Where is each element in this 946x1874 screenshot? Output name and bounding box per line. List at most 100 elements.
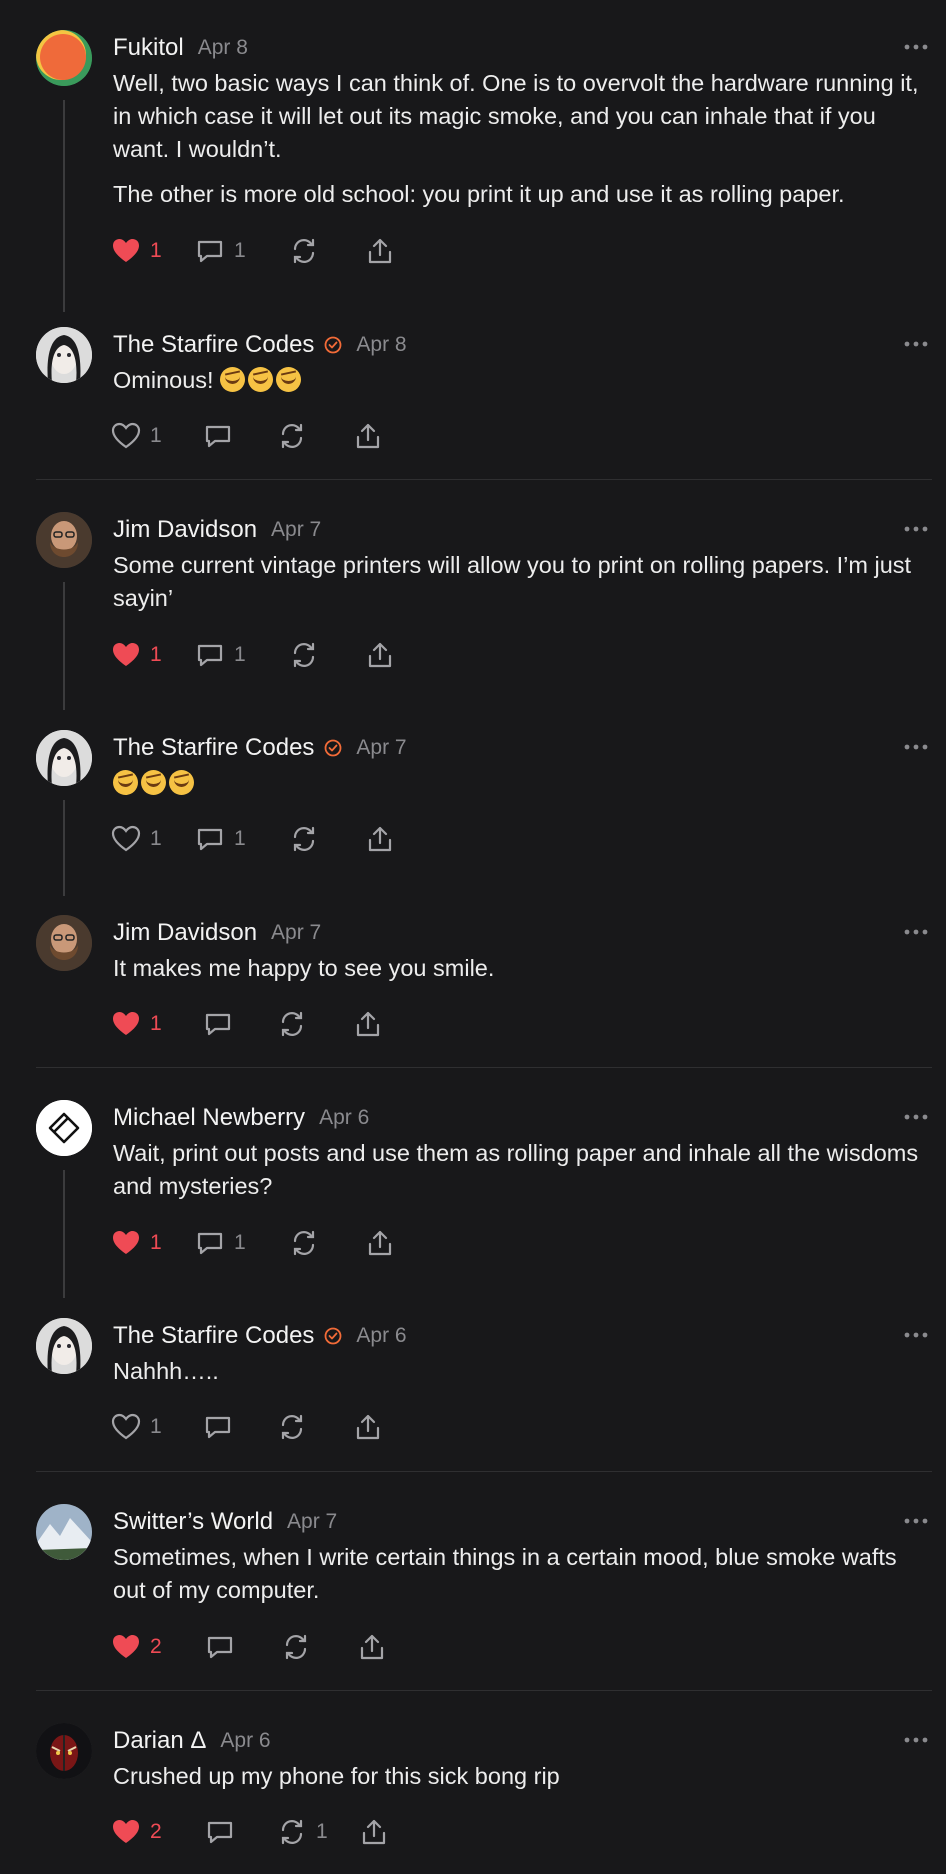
comment-icon bbox=[205, 1013, 231, 1036]
reply-button[interactable]: 1 bbox=[194, 822, 246, 856]
like-button[interactable]: 1 bbox=[110, 1226, 162, 1260]
like-button[interactable]: 2 bbox=[110, 1630, 162, 1664]
share-button[interactable] bbox=[352, 1410, 384, 1444]
comment-icon bbox=[207, 1636, 233, 1659]
repost-icon bbox=[293, 1230, 315, 1256]
like-button[interactable]: 1 bbox=[110, 419, 162, 453]
post-date[interactable]: Apr 6 bbox=[319, 1106, 369, 1130]
author-name[interactable]: Jim Davidson bbox=[113, 516, 257, 544]
post-body: It makes me happy to see you smile. bbox=[113, 952, 933, 997]
post-date[interactable]: Apr 7 bbox=[287, 1510, 337, 1534]
like-button[interactable]: 1 bbox=[110, 638, 162, 672]
reply-count: 1 bbox=[234, 239, 246, 262]
author-name[interactable]: Jim Davidson bbox=[113, 919, 257, 947]
author-name[interactable]: The Starfire Codes bbox=[113, 734, 314, 762]
more-icon[interactable] bbox=[904, 1332, 928, 1338]
author-name[interactable]: Michael Newberry bbox=[113, 1104, 305, 1132]
post-body bbox=[113, 767, 933, 812]
repost-button[interactable] bbox=[288, 638, 320, 672]
avatar[interactable] bbox=[36, 30, 92, 86]
like-button[interactable]: 1 bbox=[110, 822, 162, 856]
more-icon[interactable] bbox=[904, 1518, 928, 1524]
share-button[interactable] bbox=[352, 1007, 384, 1041]
post-date[interactable]: Apr 7 bbox=[356, 736, 406, 760]
more-icon[interactable] bbox=[904, 526, 928, 532]
post-date[interactable]: Apr 8 bbox=[198, 36, 248, 60]
avatar[interactable] bbox=[36, 1504, 92, 1560]
post-date[interactable]: Apr 6 bbox=[356, 1324, 406, 1348]
share-button[interactable] bbox=[352, 419, 384, 453]
reply-button[interactable] bbox=[204, 1630, 236, 1664]
avatar[interactable] bbox=[36, 1100, 92, 1156]
more-icon[interactable] bbox=[904, 929, 928, 935]
avatar[interactable] bbox=[36, 512, 92, 568]
repost-button[interactable] bbox=[288, 234, 320, 268]
thread-line bbox=[63, 582, 65, 710]
more-icon[interactable] bbox=[904, 744, 928, 750]
repost-icon bbox=[281, 1414, 303, 1440]
reply-button[interactable]: 1 bbox=[194, 234, 246, 268]
post-date[interactable]: Apr 8 bbox=[356, 333, 406, 357]
post-body: Ominous! bbox=[113, 364, 933, 409]
heart-icon bbox=[111, 422, 141, 449]
author-name[interactable]: Fukitol bbox=[113, 34, 184, 62]
avatar[interactable] bbox=[36, 730, 92, 786]
reply-button[interactable]: 1 bbox=[194, 1226, 246, 1260]
more-icon[interactable] bbox=[904, 1114, 928, 1120]
avatar[interactable] bbox=[36, 1723, 92, 1779]
repost-button[interactable] bbox=[280, 1630, 312, 1664]
reply-count: 1 bbox=[234, 1231, 246, 1254]
like-button[interactable]: 1 bbox=[110, 234, 162, 268]
like-button[interactable]: 1 bbox=[110, 1410, 162, 1444]
author-name[interactable]: Switter’s World bbox=[113, 1508, 273, 1536]
post-date[interactable]: Apr 7 bbox=[271, 518, 321, 542]
share-button[interactable] bbox=[364, 1226, 396, 1260]
avatar[interactable] bbox=[36, 1318, 92, 1374]
reply-button[interactable]: 1 bbox=[194, 638, 246, 672]
share-button[interactable] bbox=[358, 1815, 390, 1849]
reply-button[interactable] bbox=[204, 1815, 236, 1849]
avatar[interactable] bbox=[36, 327, 92, 383]
like-button[interactable]: 1 bbox=[110, 1007, 162, 1041]
author-name[interactable]: The Starfire Codes bbox=[113, 331, 314, 359]
avatar[interactable] bbox=[36, 915, 92, 971]
repost-button[interactable]: 1 bbox=[276, 1815, 328, 1849]
post-date[interactable]: Apr 6 bbox=[220, 1729, 270, 1753]
heart-icon bbox=[113, 239, 139, 262]
like-button[interactable]: 2 bbox=[110, 1815, 162, 1849]
thread-divider bbox=[36, 1067, 932, 1068]
share-icon bbox=[368, 1230, 392, 1256]
author-name[interactable]: The Starfire Codes bbox=[113, 1322, 314, 1350]
share-icon bbox=[368, 238, 392, 264]
reply-button[interactable] bbox=[202, 419, 234, 453]
post-body: Nahhh….. bbox=[113, 1355, 933, 1400]
share-icon bbox=[356, 1414, 380, 1440]
thread-divider bbox=[36, 1471, 932, 1472]
more-icon[interactable] bbox=[904, 1737, 928, 1743]
more-icon[interactable] bbox=[904, 341, 928, 347]
repost-button[interactable] bbox=[276, 1410, 308, 1444]
share-button[interactable] bbox=[356, 1630, 388, 1664]
share-button[interactable] bbox=[364, 822, 396, 856]
post-text: Crushed up my phone for this sick bong r… bbox=[113, 1763, 560, 1789]
heart-icon bbox=[113, 1012, 139, 1035]
reply-count: 1 bbox=[234, 827, 246, 850]
heart-icon bbox=[113, 1635, 139, 1658]
repost-button[interactable] bbox=[276, 419, 308, 453]
share-button[interactable] bbox=[364, 234, 396, 268]
comment-icon bbox=[207, 1821, 233, 1844]
post-date[interactable]: Apr 7 bbox=[271, 921, 321, 945]
reply-button[interactable] bbox=[202, 1007, 234, 1041]
heart-icon bbox=[111, 825, 141, 852]
more-icon[interactable] bbox=[904, 44, 928, 50]
share-button[interactable] bbox=[364, 638, 396, 672]
repost-icon bbox=[281, 423, 303, 449]
repost-button[interactable] bbox=[276, 1007, 308, 1041]
repost-button[interactable] bbox=[288, 822, 320, 856]
post-body: Some current vintage printers will allow… bbox=[113, 549, 933, 627]
reply-button[interactable] bbox=[202, 1410, 234, 1444]
thread-divider bbox=[36, 479, 932, 480]
repost-button[interactable] bbox=[288, 1226, 320, 1260]
author-name[interactable]: Darian Δ bbox=[113, 1727, 206, 1755]
like-count: 2 bbox=[150, 1635, 162, 1658]
